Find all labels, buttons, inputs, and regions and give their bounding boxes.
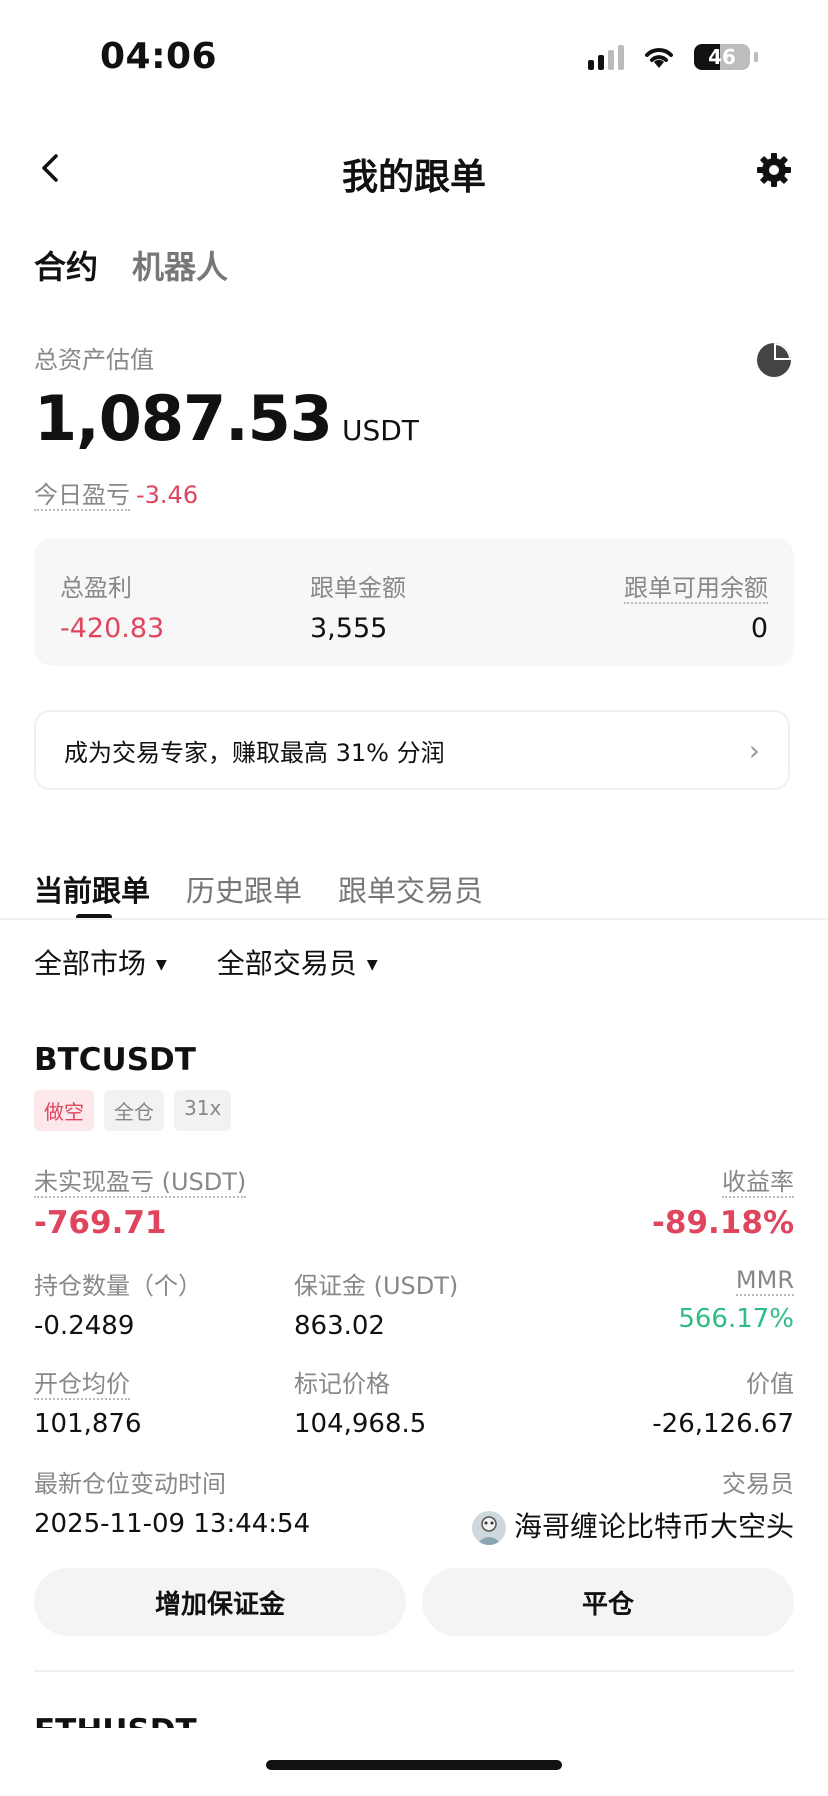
become-expert-banner[interactable]: 成为交易专家，赚取最高 31% 分润 ›: [34, 710, 790, 790]
market-filter[interactable]: 全部市场 ▼: [34, 942, 167, 982]
unrealized-pnl: 未实现盈亏 (USDT) -769.71: [34, 1162, 247, 1241]
entry-price-label[interactable]: 开仓均价: [34, 1370, 130, 1400]
available-balance: 跟单可用余额 0: [624, 568, 768, 644]
top-tabs: 合约 机器人: [34, 242, 228, 288]
market-filter-label: 全部市场: [34, 947, 147, 980]
margin-label: 保证金 (USDT): [294, 1272, 459, 1300]
position-symbol: BTCUSDT: [34, 1042, 196, 1078]
position-value-label: 价值: [746, 1370, 794, 1398]
tab-current-copy[interactable]: 当前跟单: [34, 868, 151, 920]
home-indicator: [266, 1760, 562, 1770]
mark-price-label: 标记价格: [294, 1370, 390, 1398]
tab-contract[interactable]: 合约: [34, 242, 98, 288]
gear-icon[interactable]: [754, 150, 794, 190]
margin-value: 863.02: [294, 1311, 385, 1341]
add-margin-button[interactable]: 增加保证金: [34, 1568, 406, 1636]
close-position-button[interactable]: 平仓: [422, 1568, 794, 1636]
mark-price-value: 104,968.5: [294, 1409, 427, 1439]
page-title: 我的跟单: [341, 157, 486, 198]
position-qty-label: 持仓数量（个）: [34, 1272, 202, 1300]
pie-chart-icon[interactable]: [754, 340, 794, 380]
trader-filter[interactable]: 全部交易员 ▼: [217, 942, 378, 982]
total-profit-value: -420.83: [60, 613, 165, 644]
card-divider: [34, 1670, 794, 1672]
today-pnl-value: -3.46: [136, 481, 199, 509]
tab-current-copy-label: 当前跟单: [34, 874, 151, 908]
last-change-time: 最新仓位变动时间 2025-11-09 13:44:54: [34, 1464, 310, 1539]
tab-robot[interactable]: 机器人: [132, 242, 228, 288]
trader: 交易员 海哥缠论比特币大空头: [471, 1464, 794, 1545]
position-value: 价值 -26,126.67: [652, 1364, 794, 1439]
filters: 全部市场 ▼ 全部交易员 ▼: [34, 942, 378, 982]
chevron-right-icon: ›: [748, 733, 760, 767]
copy-amount-value: 3,555: [310, 613, 388, 644]
tab-copy-traders[interactable]: 跟单交易员: [338, 868, 483, 910]
cellular-signal-icon: [588, 44, 624, 70]
mark-price: 标记价格 104,968.5: [294, 1364, 426, 1439]
last-change-time-value: 2025-11-09 13:44:54: [34, 1509, 311, 1539]
trader-name: 海哥缠论比特币大空头: [513, 1510, 794, 1543]
position-qty: 持仓数量（个） -0.2489: [34, 1266, 202, 1341]
trader-label: 交易员: [722, 1470, 794, 1498]
mmr: MMR 566.17%: [678, 1266, 794, 1334]
trader-avatar: [471, 1511, 506, 1545]
battery-icon: 46: [694, 44, 750, 70]
section-tabs: 当前跟单 历史跟单 跟单交易员: [34, 868, 483, 920]
battery-level: 46: [708, 45, 736, 69]
available-balance-value: 0: [750, 613, 768, 644]
roi: 收益率 -89.18%: [652, 1162, 794, 1241]
tag-short: 做空: [34, 1090, 94, 1131]
next-position-symbol: ETHUSDT: [34, 1712, 197, 1728]
mmr-value: 566.17%: [678, 1304, 794, 1334]
entry-price-value: 101,876: [34, 1409, 142, 1439]
status-icons: 46: [588, 44, 758, 70]
margin: 保证金 (USDT) 863.02: [294, 1266, 458, 1341]
entry-price: 开仓均价 101,876: [34, 1364, 142, 1439]
summary-card: 总盈利 -420.83 跟单金额 3,555 跟单可用余额 0: [34, 538, 794, 666]
available-balance-label[interactable]: 跟单可用余额: [624, 574, 768, 604]
trader-name-row[interactable]: 海哥缠论比特币大空头: [471, 1505, 794, 1545]
total-assets-value: 1,087.53 USDT: [34, 382, 419, 455]
status-time: 04:06: [100, 36, 218, 77]
caret-down-icon: ▼: [366, 957, 378, 973]
today-pnl: 今日盈亏 -3.46: [34, 475, 199, 511]
total-profit: 总盈利 -420.83: [60, 568, 164, 644]
tabs-divider: [0, 918, 828, 920]
battery-tip: [754, 52, 758, 62]
total-assets-amount: 1,087.53: [34, 382, 333, 455]
tab-history-copy[interactable]: 历史跟单: [186, 868, 302, 910]
position-value-amount: -26,126.67: [652, 1409, 794, 1439]
caret-down-icon: ▼: [156, 957, 167, 973]
unrealized-pnl-value: -769.71: [34, 1205, 167, 1241]
banner-text: 成为交易专家，赚取最高 31% 分润: [64, 738, 445, 767]
last-change-time-label: 最新仓位变动时间: [34, 1470, 226, 1498]
trader-filter-label: 全部交易员: [216, 947, 357, 980]
unrealized-pnl-label[interactable]: 未实现盈亏 (USDT): [34, 1168, 247, 1198]
wifi-icon: [645, 48, 673, 68]
copy-amount: 跟单金额 3,555: [310, 568, 406, 644]
total-profit-label: 总盈利: [60, 574, 132, 602]
mmr-label[interactable]: MMR: [735, 1266, 794, 1296]
total-assets-unit: USDT: [341, 414, 419, 447]
roi-value: -89.18%: [652, 1205, 794, 1241]
copy-amount-label: 跟单金额: [310, 574, 406, 602]
today-pnl-label[interactable]: 今日盈亏: [34, 481, 130, 511]
total-assets-label: 总资产估值: [34, 346, 154, 374]
position-qty-value: -0.2489: [34, 1311, 135, 1341]
roi-label[interactable]: 收益率: [722, 1168, 794, 1198]
tag-cross: 全仓: [104, 1090, 164, 1131]
tag-leverage: 31x: [174, 1090, 232, 1131]
position-tags: 做空 全仓 31x: [34, 1090, 232, 1131]
